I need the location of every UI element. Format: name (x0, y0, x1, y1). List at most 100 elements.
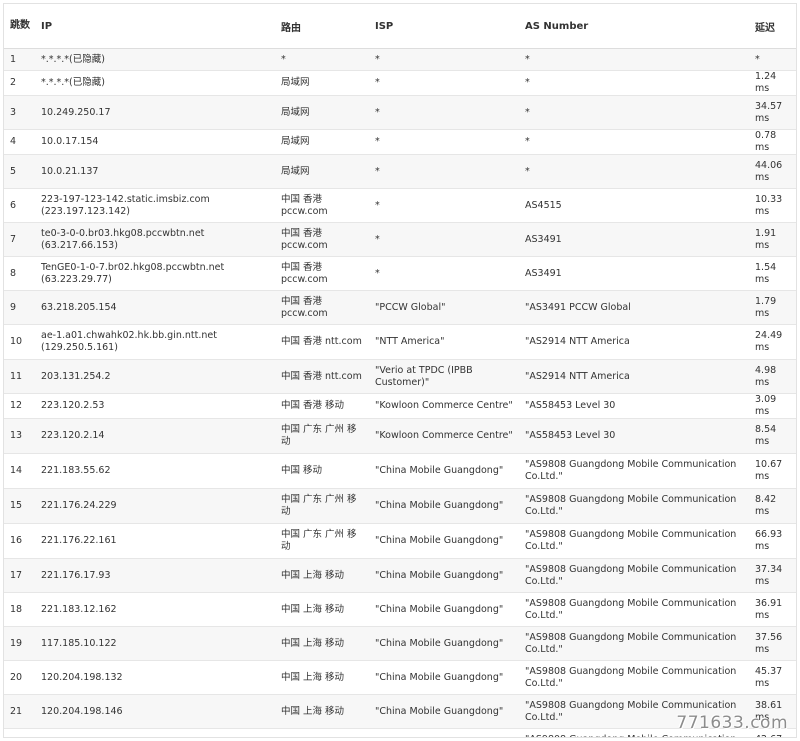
table-header-row: 跳数 IP 路由 ISP AS Number 延迟 (4, 4, 796, 49)
cell-hop: 8 (4, 256, 35, 291)
cell-asn: * (519, 48, 749, 71)
cell-latency: 37.56 ms (749, 626, 796, 661)
cell-route: 局域网 (275, 129, 369, 155)
cell-isp: "NTT America" (369, 324, 519, 360)
cell-hop: 4 (4, 129, 35, 155)
cell-asn: "AS2914 NTT America (519, 324, 749, 360)
cell-isp: * (369, 48, 519, 71)
cell-ip: 120.204.198.210 (35, 728, 275, 737)
table-row: 5 10.0.21.137 局域网 * * 44.06 ms (4, 154, 796, 189)
cell-isp: * (369, 95, 519, 130)
table-row: 8 TenGE0-1-0-7.br02.hkg08.pccwbtn.net (63… (4, 256, 796, 291)
header-isp[interactable]: ISP (369, 4, 519, 49)
cell-latency: 45.37 ms (749, 660, 796, 695)
cell-route: 中国 香港 ntt.com (275, 324, 369, 360)
cell-isp: * (369, 70, 519, 96)
cell-route: 中国 广东 广州 移动 (275, 418, 369, 454)
cell-isp: * (369, 154, 519, 189)
cell-ip: 10.0.21.137 (35, 154, 275, 189)
header-asn[interactable]: AS Number (519, 4, 749, 49)
cell-latency: 3.09 ms (749, 393, 796, 419)
cell-hop: 22 (4, 728, 35, 737)
table-row: 18 221.183.12.162 中国 上海 移动 "China Mobile Gu… (4, 592, 796, 627)
table-row: 7 te0-3-0-0.br03.hkg08.pccwbtn.net (63.21… (4, 222, 796, 257)
table-row: 2 *.*.*.*(已隐藏) 局域网 * * 1.24 ms (4, 70, 796, 96)
cell-isp: "China Mobile Guangdong" (369, 626, 519, 661)
cell-hop: 21 (4, 694, 35, 729)
cell-isp: "China Mobile Guangdong" (369, 453, 519, 489)
table-row: 20 120.204.198.132 中国 上海 移动 "China Mobile G… (4, 660, 796, 695)
cell-asn: AS3491 (519, 222, 749, 257)
cell-hop: 10 (4, 324, 35, 360)
cell-asn: AS4515 (519, 188, 749, 223)
cell-route: 局域网 (275, 70, 369, 96)
table-row: 9 63.218.205.154 中国 香港 pccw.com "PCCW Globa… (4, 290, 796, 325)
cell-hop: 3 (4, 95, 35, 130)
cell-route: 中国 香港 移动 (275, 393, 369, 419)
cell-isp: * (369, 188, 519, 223)
table-body: 1 *.*.*.*(已隐藏) * * * * 2 *.*.*.*(已隐藏) 局域网 * * 1.24 … (4, 48, 796, 737)
cell-asn: "AS9808 Guangdong Mobile Communication C… (519, 523, 749, 559)
cell-latency: 4.98 ms (749, 359, 796, 394)
cell-isp: "China Mobile Guangdong" (369, 488, 519, 524)
table-row: 6 223-197-123-142.static.imsbiz.com (223.… (4, 188, 796, 223)
cell-asn: "AS9808 Guangdong Mobile Communication C… (519, 453, 749, 489)
traceroute-table: 跳数 IP 路由 ISP AS Number 延迟 1 *.*.*.*(已隐藏) *… (4, 4, 796, 737)
cell-isp: * (369, 222, 519, 257)
cell-route: * (275, 48, 369, 71)
cell-route: 中国 香港 pccw.com (275, 290, 369, 325)
cell-hop: 12 (4, 393, 35, 419)
cell-ip: TenGE0-1-0-7.br02.hkg08.pccwbtn.net (63.… (35, 256, 275, 291)
table-row: 16 221.176.22.161 中国 广东 广州 移动 "China Mobile… (4, 523, 796, 559)
cell-ip: 221.183.55.62 (35, 453, 275, 489)
cell-hop: 7 (4, 222, 35, 257)
cell-isp: * (369, 256, 519, 291)
cell-route: 中国 香港 pccw.com (275, 222, 369, 257)
cell-hop: 16 (4, 523, 35, 559)
table-row: 15 221.176.24.229 中国 广东 广州 移动 "China Mobile… (4, 488, 796, 524)
cell-isp: * (369, 129, 519, 155)
cell-isp: "China Mobile Guangdong" (369, 523, 519, 559)
cell-asn: "AS9808 Guangdong Mobile Communication C… (519, 626, 749, 661)
cell-asn: "AS9808 Guangdong Mobile Communication C… (519, 592, 749, 627)
cell-ip: 221.176.17.93 (35, 558, 275, 593)
cell-ip: 10.249.250.17 (35, 95, 275, 130)
cell-route: 中国 移动 (275, 453, 369, 489)
cell-latency: 36.91 ms (749, 592, 796, 627)
cell-asn: * (519, 95, 749, 130)
header-latency[interactable]: 延迟 (749, 4, 796, 49)
cell-isp: "Verio at TPDC (IPBB Customer)" (369, 359, 519, 394)
cell-ip: 120.204.198.132 (35, 660, 275, 695)
cell-ip: *.*.*.*(已隐藏) (35, 48, 275, 71)
header-hop[interactable]: 跳数 (4, 4, 35, 49)
cell-route: 中国 上海 移动 (275, 592, 369, 627)
cell-ip: *.*.*.*(已隐藏) (35, 70, 275, 96)
cell-hop: 2 (4, 70, 35, 96)
cell-asn: * (519, 129, 749, 155)
cell-ip: 203.131.254.2 (35, 359, 275, 394)
cell-isp: "China Mobile Guangdong" (369, 660, 519, 695)
cell-latency: 1.54 ms (749, 256, 796, 291)
cell-hop: 20 (4, 660, 35, 695)
table-row: 4 10.0.17.154 局域网 * * 0.78 ms (4, 129, 796, 155)
table-row: 19 117.185.10.122 中国 上海 移动 "China Mobile Gu… (4, 626, 796, 661)
cell-hop: 15 (4, 488, 35, 524)
cell-ip: 223.120.2.14 (35, 418, 275, 454)
cell-ip: 63.218.205.154 (35, 290, 275, 325)
traceroute-table-panel: 跳数 IP 路由 ISP AS Number 延迟 1 *.*.*.*(已隐藏) *… (3, 3, 797, 738)
cell-route: 中国 上海 移动 (275, 626, 369, 661)
cell-isp: "Kowloon Commerce Centre" (369, 418, 519, 454)
cell-asn: "AS3491 PCCW Global (519, 290, 749, 325)
cell-ip: 223-197-123-142.static.imsbiz.com (223.1… (35, 188, 275, 223)
cell-route: 中国 广东 广州 移动 (275, 488, 369, 524)
cell-hop: 17 (4, 558, 35, 593)
cell-route: 中国 香港 ntt.com (275, 359, 369, 394)
header-route[interactable]: 路由 (275, 4, 369, 49)
header-ip[interactable]: IP (35, 4, 275, 49)
cell-route: 中国 上海 移动 (275, 558, 369, 593)
cell-hop: 1 (4, 48, 35, 71)
cell-ip: 223.120.2.53 (35, 393, 275, 419)
cell-hop: 11 (4, 359, 35, 394)
table-row: 12 223.120.2.53 中国 香港 移动 "Kowloon Commerce … (4, 393, 796, 419)
cell-latency: 37.34 ms (749, 558, 796, 593)
